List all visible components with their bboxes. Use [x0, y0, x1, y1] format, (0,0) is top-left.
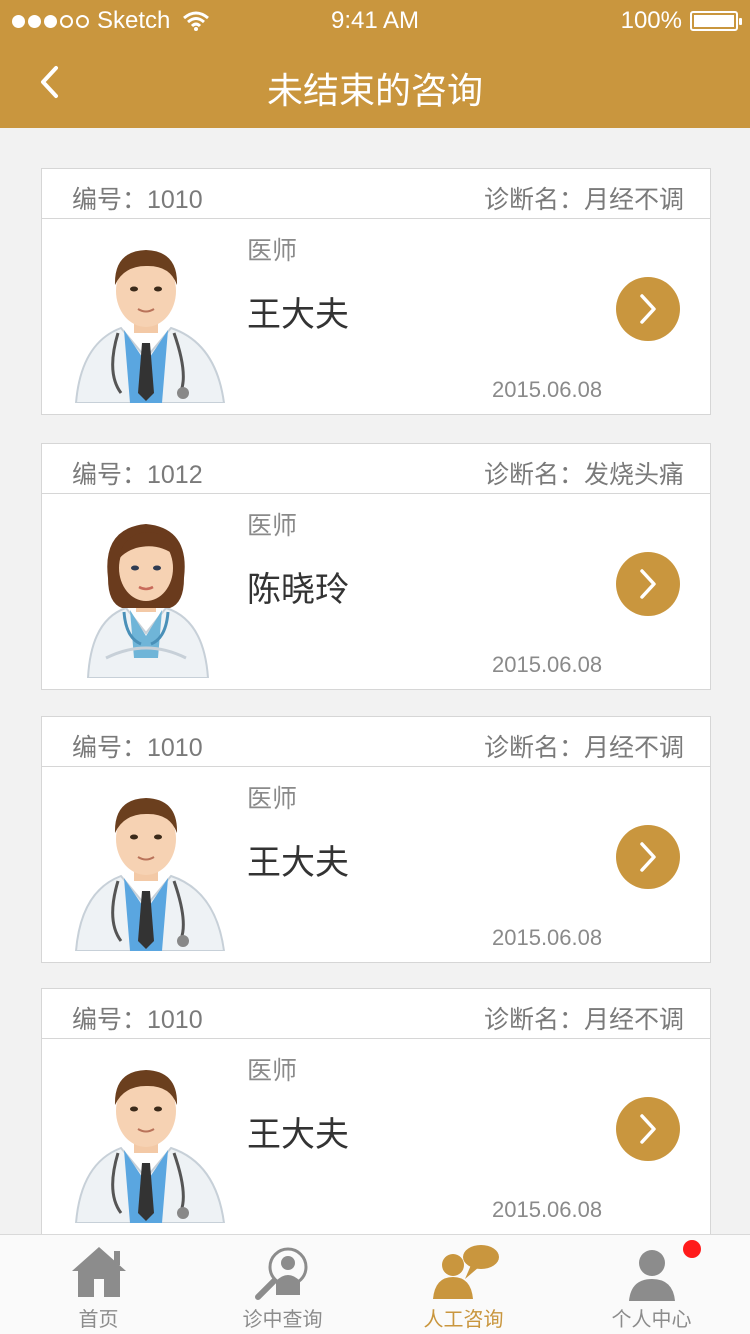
card-header: 编号：1010 诊断名：月经不调 [42, 717, 710, 767]
doctor-role: 医师 [247, 237, 298, 265]
doctor-name: 王大夫 [247, 844, 349, 882]
consultation-id: 编号：1012 [72, 461, 203, 489]
user-icon [628, 1250, 675, 1301]
tab-label: 首页 [78, 1309, 119, 1331]
battery-icon [690, 11, 742, 31]
home-icon [71, 1247, 126, 1297]
search-person-icon [254, 1247, 307, 1300]
battery-percent: 100% [620, 7, 682, 34]
consultation-card[interactable]: 编号：1010 诊断名：月经不调 医师 王大夫 2015.06.08 [41, 716, 711, 963]
card-header: 编号：1012 诊断名：发烧头痛 [42, 444, 710, 494]
status-right: 100% [620, 7, 742, 35]
consultation-date: 2015.06.08 [492, 377, 603, 402]
consultation-id: 编号：1010 [72, 1006, 203, 1034]
chevron-right-icon [640, 1114, 656, 1144]
female-doctor-avatar [86, 522, 210, 678]
tab-home[interactable]: 首页 [5, 1235, 192, 1334]
chevron-right-icon [640, 842, 656, 872]
card-header: 编号：1010 诊断名：月经不调 [42, 989, 710, 1039]
page-title: 未结束的咨询 [266, 70, 483, 111]
open-consultation-button[interactable] [616, 552, 680, 616]
consultation-card[interactable]: 编号：1012 诊断名：发烧头痛 医师 陈晓玲 2015.06.08 [41, 443, 711, 690]
consultation-date: 2015.06.08 [492, 652, 603, 677]
header: Sketch 9:41 AM 100% 未结束的咨询 [0, 0, 750, 128]
tab-search[interactable]: 诊中查询 [189, 1235, 376, 1334]
notification-badge [683, 1240, 701, 1258]
tab-label: 个人中心 [611, 1309, 692, 1331]
diagnosis-name: 诊断名：月经不调 [483, 186, 684, 214]
consultation-card[interactable]: 编号：1010 诊断名：月经不调 医师 王大夫 2015.06.08 [41, 168, 711, 415]
doctor-role: 医师 [247, 785, 298, 813]
tab-profile[interactable]: 个人中心 [558, 1235, 745, 1334]
diagnosis-name: 诊断名：发烧头痛 [483, 461, 684, 489]
open-consultation-button[interactable] [616, 277, 680, 341]
tab-label: 人工咨询 [423, 1309, 504, 1331]
tab-label: 诊中查询 [242, 1309, 323, 1331]
open-consultation-button[interactable] [616, 1097, 680, 1161]
doctor-role: 医师 [247, 1057, 298, 1085]
consultation-date: 2015.06.08 [492, 925, 603, 950]
male-doctor-avatar [74, 248, 226, 403]
card-body: 医师 王大夫 2015.06.08 [42, 1039, 710, 1234]
diagnosis-name: 诊断名：月经不调 [483, 1006, 684, 1034]
consultation-date: 2015.06.08 [492, 1197, 603, 1222]
tab-bar: 首页 诊中查询 人工咨询 个人中心 [0, 1234, 750, 1334]
card-body: 医师 王大夫 2015.06.08 [42, 767, 710, 962]
doctor-name: 王大夫 [247, 1116, 349, 1154]
doctor-role: 医师 [247, 512, 298, 540]
status-bar: Sketch 9:41 AM 100% [0, 0, 750, 40]
doctor-name: 陈晓玲 [247, 571, 349, 609]
diagnosis-name: 诊断名：月经不调 [483, 734, 684, 762]
consultation-card[interactable]: 编号：1010 诊断名：月经不调 医师 王大夫 2015.06.08 [41, 988, 711, 1235]
consultation-id: 编号：1010 [72, 186, 203, 214]
male-doctor-avatar [74, 796, 226, 951]
chevron-right-icon [640, 569, 656, 599]
male-doctor-avatar [74, 1068, 226, 1223]
open-consultation-button[interactable] [616, 825, 680, 889]
chevron-right-icon [640, 294, 656, 324]
card-body: 医师 陈晓玲 2015.06.08 [42, 494, 710, 689]
card-body: 医师 王大夫 2015.06.08 [42, 219, 710, 414]
chat-person-icon [432, 1245, 499, 1299]
doctor-name: 王大夫 [247, 296, 349, 334]
card-header: 编号：1010 诊断名：月经不调 [42, 169, 710, 219]
tab-consult[interactable]: 人工咨询 [370, 1235, 557, 1334]
consultation-id: 编号：1010 [72, 734, 203, 762]
